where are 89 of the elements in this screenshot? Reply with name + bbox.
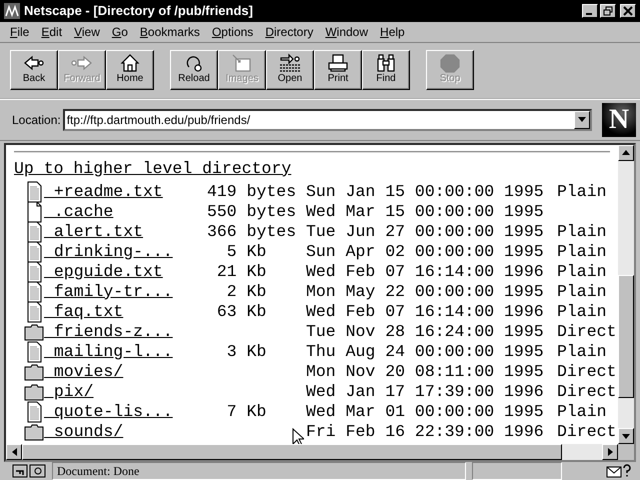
folder-icon — [24, 322, 44, 341]
folder-icon — [24, 382, 44, 401]
status-text: Document: Done — [52, 462, 466, 480]
menu-item[interactable]: View — [68, 24, 106, 39]
file-type: Direct — [557, 322, 616, 342]
menu-item[interactable]: File — [4, 24, 36, 39]
folder-icon — [24, 422, 44, 441]
file-size: 550 bytes — [207, 202, 296, 222]
location-field[interactable]: ftp://ftp.dartmouth.edu/pub/friends/ — [62, 108, 592, 131]
close-button[interactable] — [620, 4, 636, 18]
file-link[interactable]: pix/ — [44, 382, 94, 402]
file-type: Plain — [557, 262, 607, 282]
home-button[interactable]: Home — [106, 50, 154, 90]
right-arrow-icon[interactable] — [608, 448, 612, 456]
file-type: Plain — [557, 222, 607, 242]
file-date: Wed Jan 17 17:39:00 1996 — [306, 382, 544, 402]
folder-icon — [24, 362, 44, 381]
file-date: Wed Mar 15 00:00:00 1995 — [306, 202, 544, 222]
reload-button[interactable]: Reload — [170, 50, 218, 90]
menu-item[interactable]: Bookmarks — [134, 24, 206, 39]
file-link[interactable]: movies/ — [44, 362, 124, 382]
mail-icon[interactable] — [606, 464, 632, 478]
menu-item[interactable]: Go — [106, 24, 134, 39]
file-type: Plain — [557, 302, 607, 322]
file-date: Wed Mar 01 00:00:00 1995 — [306, 402, 544, 422]
minimize-icon — [586, 12, 592, 15]
file-type: Direct — [557, 382, 616, 402]
dropdown-arrow-icon — [578, 117, 586, 122]
file-date: Sun Apr 02 00:00:00 1995 — [306, 242, 544, 262]
stop-icon — [438, 53, 462, 74]
file-link[interactable]: sounds/ — [44, 422, 124, 442]
up-arrow-icon[interactable] — [622, 150, 630, 156]
file-link[interactable]: mailing-l... — [44, 342, 173, 362]
file-link[interactable]: drinking-... — [44, 242, 173, 262]
file-link[interactable]: quote-lis... — [44, 402, 173, 422]
file-type: Plain — [557, 402, 607, 422]
file-size: 419 bytes — [207, 182, 296, 202]
menu-item[interactable]: Directory — [259, 24, 320, 39]
file-size: 63 Kb — [216, 302, 266, 322]
open-icon — [278, 53, 302, 74]
file-size: 7 Kb — [226, 402, 266, 422]
find-button[interactable]: Find — [362, 50, 410, 90]
file-date: Tue Jun 27 00:00:00 1995 — [306, 222, 544, 242]
file-type: Plain — [557, 282, 607, 302]
open-button[interactable]: Open — [266, 50, 314, 90]
file-type: Plain — [557, 342, 607, 362]
file-size: 3 Kb — [226, 342, 266, 362]
file-link[interactable]: epguide.txt — [44, 262, 163, 282]
file-link[interactable]: +readme.txt — [44, 182, 163, 202]
location-label: Location: — [12, 112, 61, 127]
down-arrow-icon[interactable] — [622, 434, 630, 439]
logo: N — [602, 102, 636, 137]
file-size: 5 Kb — [226, 242, 266, 262]
window-title: Netscape - [Directory of /pub/friends] — [24, 3, 254, 18]
file-link[interactable]: friends-z... — [44, 322, 173, 342]
file-type: Direct — [557, 422, 616, 442]
restore-button[interactable] — [600, 4, 616, 18]
printer-icon — [326, 53, 350, 74]
file-date: Sun Jan 15 00:00:00 1995 — [306, 182, 544, 202]
menu-item[interactable]: Edit — [35, 24, 68, 39]
print-button[interactable]: Print — [314, 50, 362, 90]
menu-item[interactable]: Window — [319, 24, 374, 39]
file-date: Mon May 22 00:00:00 1995 — [306, 282, 544, 302]
vertical-scrollbar[interactable] — [618, 144, 634, 444]
file-link[interactable]: faq.txt — [44, 302, 124, 322]
left-arrow-icon[interactable] — [12, 448, 16, 456]
file-link[interactable]: alert.txt — [44, 222, 144, 242]
file-date: Thu Aug 24 00:00:00 1995 — [306, 342, 544, 362]
parent-directory-link[interactable]: Up to higher level directory — [14, 158, 610, 182]
file-date: Fri Feb 16 22:39:00 1996 — [306, 422, 544, 442]
file-size: 21 Kb — [216, 262, 266, 282]
file-type: Plain — [557, 242, 607, 262]
file-date: Wed Feb 07 16:14:00 1996 — [306, 302, 544, 322]
file-link[interactable]: family-tr... — [44, 282, 173, 302]
app-icon — [4, 2, 20, 19]
minimize-button[interactable] — [582, 4, 598, 18]
house-icon — [118, 53, 142, 74]
menu-item[interactable]: Help — [374, 24, 411, 39]
horizontal-scrollbar[interactable] — [6, 444, 618, 460]
file-link[interactable]: .cache — [44, 202, 114, 222]
file-size: 366 bytes — [207, 222, 296, 242]
file-date: Mon Nov 20 08:11:00 1995 — [306, 362, 544, 382]
menu-item[interactable]: Options — [206, 24, 260, 39]
file-type: Plain — [557, 182, 607, 202]
file-type: Direct — [557, 362, 616, 382]
back-button[interactable]: Back — [10, 50, 58, 90]
file-date: Wed Feb 07 16:14:00 1996 — [306, 262, 544, 282]
file-date: Tue Nov 28 16:24:00 1995 — [306, 322, 544, 342]
file-size: 2 Kb — [226, 282, 266, 302]
